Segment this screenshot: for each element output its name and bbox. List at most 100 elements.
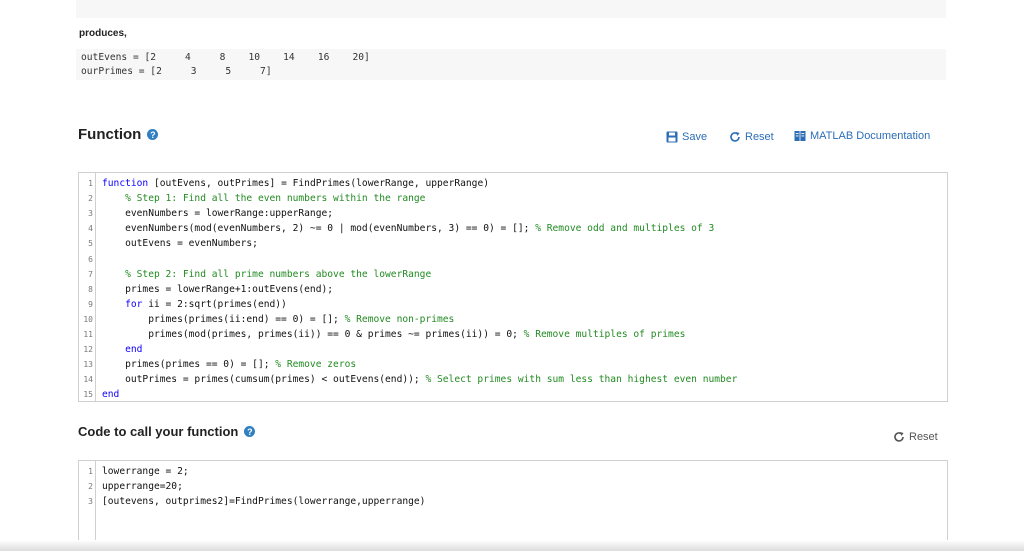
call-code-editor[interactable]: 1 lowerrange = 2; 2 upperrange=20; 3 [outeven… (78, 460, 948, 551)
previous-output-box (76, 0, 946, 18)
code-comment: % Remove odd and multiples of 3 (535, 223, 715, 235)
save-button[interactable]: Save (666, 131, 707, 143)
code-text: evenNumbers(mod(evenNumbers, 2) ~= 0 | m… (102, 223, 714, 234)
code-comment: % Remove non-primes (344, 313, 455, 325)
code-text: outEvens = evenNumbers; (102, 238, 258, 249)
code-line[interactable]: 4 evenNumbers(mod(evenNumbers, 2) ~= 0 |… (79, 221, 947, 236)
code-line[interactable]: 14 outPrimes = primes(cumsum(primes) < o… (79, 372, 947, 387)
line-number: 13 (83, 360, 93, 370)
line-number: 3 (88, 209, 93, 219)
save-icon (666, 131, 678, 143)
code-text: upperrange=20; (102, 481, 183, 492)
code-text: for ii = 2:sqrt(primes(end)) (102, 299, 287, 310)
reset-button[interactable]: Reset (729, 131, 774, 143)
produces-label: produces, (79, 28, 127, 39)
code-text: % Step 1: Find all the even numbers with… (102, 193, 425, 204)
code-text: end (102, 389, 119, 400)
code-text: primes = lowerRange+1:outEvens(end); (102, 284, 333, 295)
code-comment: % Step 1: Find all the even numbers with… (125, 193, 426, 205)
book-icon (794, 131, 806, 141)
function-code-editor[interactable]: 1 function [outEvens, outPrimes] = FindPr… (78, 172, 948, 402)
line-number: 1 (88, 179, 93, 188)
code-comment: % Remove zeros (275, 359, 357, 371)
line-number: 2 (88, 194, 93, 204)
code-comment: % Select primes with sum less than highe… (425, 374, 738, 386)
code-line[interactable]: 8 primes = lowerRange+1:outEvens(end); (79, 282, 947, 297)
code-line[interactable]: 10 primes(primes(ii:end) == 0) = []; % R… (79, 312, 947, 327)
code-token: ii = 2:sqrt(primes(end)) (142, 298, 287, 310)
call-reset-button[interactable]: Reset (893, 431, 938, 443)
code-token: primes = lowerRange+1:outEvens(end); (102, 283, 334, 295)
code-line[interactable]: 6 (79, 252, 947, 267)
code-text: lowerrange = 2; (102, 466, 189, 477)
output-line-evens: outEvens = [2 4 8 10 14 16 20] (81, 52, 370, 63)
output-line-primes: ourPrimes = [2 3 5 7] (81, 66, 272, 77)
call-reset-label: Reset (909, 431, 938, 443)
line-number: 15 (83, 390, 93, 400)
code-text: [outevens, outprimes2]=FindPrimes(lowerr… (102, 496, 425, 507)
code-line[interactable]: 13 primes(primes == 0) = []; % Remove ze… (79, 357, 947, 372)
line-number: 10 (83, 314, 93, 324)
code-line[interactable]: 12 end (79, 342, 947, 357)
help-icon[interactable]: ? (147, 129, 159, 140)
line-number: 14 (83, 375, 93, 385)
help-icon[interactable]: ? (244, 426, 256, 437)
line-number: 7 (88, 269, 93, 279)
code-comment: % Remove multiples of primes (523, 329, 686, 340)
save-label: Save (682, 131, 708, 143)
line-number: 11 (83, 330, 93, 339)
reset-icon (730, 132, 740, 142)
line-number: 9 (88, 299, 93, 309)
code-line[interactable]: 2 % Step 1: Find all the even numbers wi… (79, 191, 947, 206)
code-token: primes(mod(primes, primes(ii)) == 0 & pr… (102, 329, 524, 340)
example-output-box: outEvens = [2 4 8 10 14 16 20] ourPrimes… (76, 49, 946, 80)
code-token: outEvens = evenNumbers; (102, 238, 258, 250)
matlab-documentation-link[interactable]: MATLAB Documentation (794, 130, 930, 142)
function-title-text: Function (78, 126, 142, 143)
code-text: evenNumbers = lowerRange:upperRange; (102, 208, 333, 219)
code-line[interactable]: 3 [outevens, outprimes2]=FindPrimes(lower… (79, 494, 947, 509)
code-line[interactable]: 3 evenNumbers = lowerRange:upperRange; (79, 206, 947, 221)
line-number: 5 (88, 239, 93, 249)
code-line[interactable]: 1 lowerrange = 2; (79, 464, 947, 479)
code-text: primes(mod(primes, primes(ii)) == 0 & pr… (102, 329, 685, 340)
code-text: function [outEvens, outPrimes] = FindPri… (102, 178, 489, 189)
code-text: end (102, 344, 142, 355)
reset-label: Reset (745, 131, 774, 143)
code-token: lowerrange = 2; (102, 466, 189, 477)
code-keyword: for (125, 298, 143, 310)
code-text: outPrimes = primes(cumsum(primes) < outE… (102, 374, 737, 385)
code-text: % Step 2: Find all prime numbers above t… (102, 269, 431, 280)
code-token: evenNumbers = lowerRange:upperRange; (102, 208, 334, 220)
code-line[interactable]: 9 for ii = 2:sqrt(primes(end)) (79, 297, 947, 312)
code-line[interactable]: 5 outEvens = evenNumbers; (79, 236, 947, 251)
code-comment: % Step 2: Find all prime numbers above t… (125, 268, 432, 280)
line-number: 6 (88, 254, 93, 264)
code-line[interactable]: 1 function [outEvens, outPrimes] = FindPr… (79, 176, 947, 191)
call-section-title: Code to call your function ? (78, 424, 256, 439)
call-title-text: Code to call your function (78, 424, 239, 439)
code-token: upperrange=20; (102, 481, 183, 493)
code-token: outPrimes = primes(cumsum(primes) < outE… (102, 374, 426, 386)
line-number: 4 (88, 224, 93, 234)
window-bottom-edge (0, 540, 1024, 551)
code-line[interactable]: 11 primes(mod(primes, primes(ii)) == 0 &… (79, 327, 947, 342)
code-keyword: function (102, 178, 149, 189)
code-token: [outEvens, outPrimes] = FindPrimes(lower… (148, 178, 489, 189)
code-token: primes(primes(ii:end) == 0) = []; (102, 313, 345, 325)
function-section-title: Function ? (78, 126, 159, 143)
matlab-documentation-label: MATLAB Documentation (810, 130, 931, 142)
line-number: 1 (88, 467, 93, 476)
code-keyword: end (125, 344, 143, 356)
code-line[interactable]: 2 upperrange=20; (79, 479, 947, 494)
code-line[interactable]: 7 % Step 2: Find all prime numbers above… (79, 267, 947, 282)
code-keyword: end (102, 389, 120, 401)
line-number: 12 (83, 345, 93, 355)
reset-icon (894, 432, 904, 442)
line-number: 3 (88, 497, 93, 507)
code-line[interactable]: 15 end (79, 387, 947, 401)
